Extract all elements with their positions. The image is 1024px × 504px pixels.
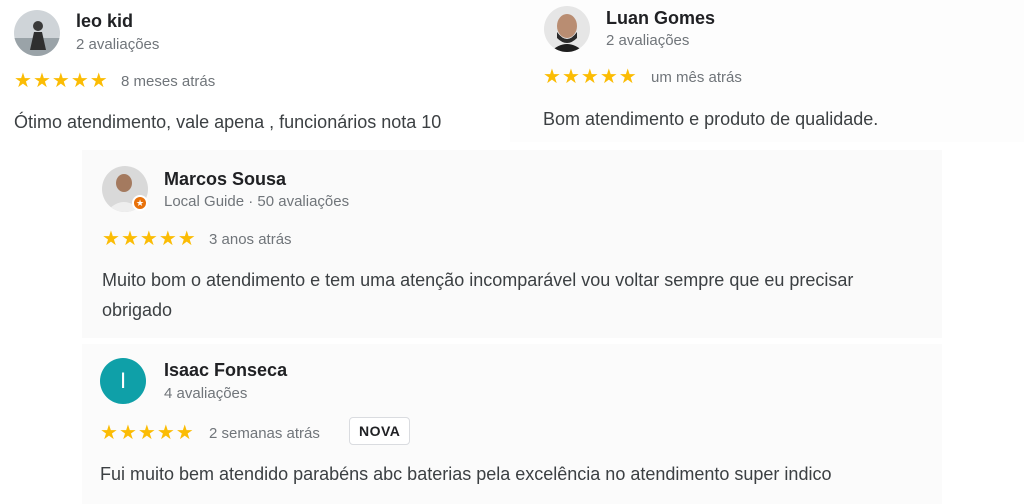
- avatar-photo: [14, 10, 60, 56]
- star-icon: ★: [32, 70, 51, 92]
- star-icon: ★: [158, 228, 177, 250]
- star-icon: ★: [102, 228, 120, 250]
- star-icon: ★: [100, 422, 118, 444]
- review-date: um mês atrás: [651, 69, 742, 86]
- star-rating: ★ ★ ★ ★ ★: [100, 423, 194, 443]
- star-icon: ★: [580, 66, 599, 88]
- star-icon: ★: [561, 66, 580, 88]
- star-icon: ★: [543, 66, 561, 88]
- new-badge: NOVA: [349, 417, 411, 445]
- star-icon: ★: [120, 228, 139, 250]
- star-icon: ★: [175, 422, 194, 444]
- star-rating: ★ ★ ★ ★ ★: [543, 67, 637, 87]
- review-date: 8 meses atrás: [121, 73, 216, 90]
- star-icon: ★: [177, 228, 196, 250]
- star-icon: ★: [139, 228, 158, 250]
- reviewer-meta: Local Guide · 50 avaliações: [164, 193, 350, 210]
- review-text-line: Muito bom o atendimento e tem uma atençã…: [102, 270, 854, 290]
- reviewer-meta: 4 avaliações: [164, 385, 248, 402]
- review-card-leo-kid: leo kid 2 avaliações ★ ★ ★ ★ ★ 8 meses a…: [0, 0, 505, 142]
- review-text: Bom atendimento e produto de qualidade.: [543, 109, 879, 129]
- review-card-marcos-sousa: ★ Marcos Sousa Local Guide · 50 avaliaçõ…: [82, 150, 942, 338]
- avatar[interactable]: [14, 10, 60, 56]
- review-date: 3 anos atrás: [209, 231, 292, 248]
- star-icon: ★: [14, 70, 32, 92]
- review-text-line: obrigado: [102, 300, 173, 320]
- star-rating: ★ ★ ★ ★ ★: [14, 71, 108, 91]
- avatar-photo: [544, 6, 590, 52]
- reviewer-name[interactable]: Marcos Sousa: [164, 169, 286, 190]
- review-text: Fui muito bem atendido parabéns abc bate…: [100, 464, 832, 484]
- avatar[interactable]: I: [100, 358, 146, 404]
- star-icon: ★: [70, 70, 89, 92]
- reviewer-name[interactable]: Luan Gomes: [606, 8, 715, 29]
- reviewer-meta: 2 avaliações: [606, 32, 690, 49]
- star-icon: ★: [89, 70, 108, 92]
- avatar[interactable]: [544, 6, 590, 52]
- reviewer-meta: 2 avaliações: [76, 36, 160, 53]
- star-icon: ★: [618, 66, 637, 88]
- star-icon: ★: [599, 66, 618, 88]
- review-text: Muito bom o atendimento e tem uma atençã…: [102, 265, 853, 325]
- star-icon: ★: [118, 422, 137, 444]
- reviewer-name[interactable]: leo kid: [76, 11, 133, 32]
- reviewer-name[interactable]: Isaac Fonseca: [164, 360, 287, 381]
- star-icon: ★: [156, 422, 175, 444]
- review-card-luan-gomes: Luan Gomes 2 avaliações ★ ★ ★ ★ ★ um mês…: [510, 0, 1024, 142]
- local-guide-badge-icon: ★: [132, 195, 148, 211]
- star-icon: ★: [137, 422, 156, 444]
- review-text: Ótimo atendimento, vale apena , funcioná…: [14, 112, 442, 132]
- review-date: 2 semanas atrás: [209, 425, 320, 442]
- star-icon: ★: [51, 70, 70, 92]
- star-rating: ★ ★ ★ ★ ★: [102, 229, 196, 249]
- review-card-isaac-fonseca: I Isaac Fonseca 4 avaliações ★ ★ ★ ★ ★ 2…: [82, 344, 942, 504]
